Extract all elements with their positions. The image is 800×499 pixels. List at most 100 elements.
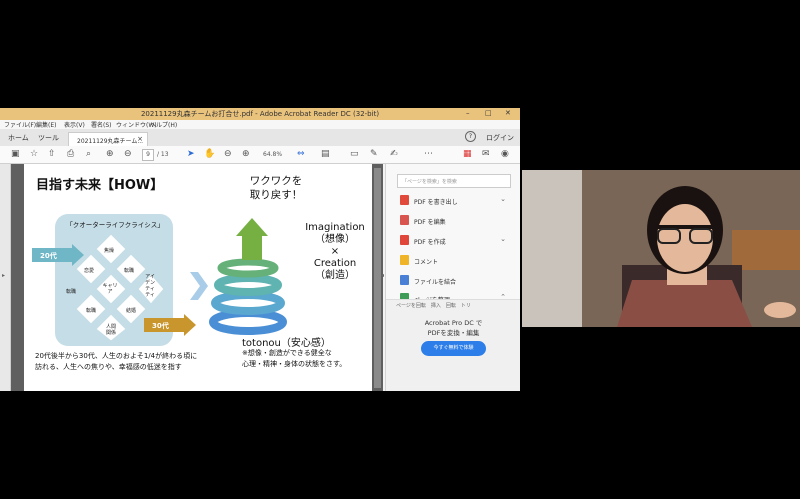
- expand-left-icon[interactable]: ▸: [2, 272, 5, 279]
- tool-create-pdf[interactable]: PDF を作成 ⌄: [400, 234, 510, 248]
- upload-icon[interactable]: ⇧: [48, 149, 56, 159]
- menu-bar: ファイル(F) 編集(E) 表示(V) 署名(S) ウィンドウ(W) ヘルプ(H…: [0, 120, 520, 129]
- tool-edit-pdf[interactable]: PDF を編集: [400, 214, 510, 228]
- free-trial-button[interactable]: 今すぐ無料で体験: [421, 341, 486, 356]
- tool-label: PDF を作成: [414, 239, 446, 246]
- mail-icon[interactable]: ✉: [482, 149, 490, 159]
- slide-title: 目指す未来【HOW】: [36, 178, 164, 193]
- title-bar: 20211129丸森チームお打合せ.pdf - Adobe Acrobat Re…: [0, 108, 520, 120]
- keyword-label: 人間関係: [105, 324, 116, 336]
- comment-icon[interactable]: ▭: [350, 149, 359, 159]
- chevron-down-icon[interactable]: ⌄: [500, 235, 506, 243]
- keyword-label: キャリア: [102, 283, 118, 295]
- scroll-mode-icon[interactable]: ▤: [321, 149, 330, 159]
- tool-label: ファイルを結合: [414, 279, 457, 286]
- imagination-jp-label: （想像）: [315, 234, 355, 245]
- minimize-button[interactable]: –: [466, 109, 470, 117]
- webcam-video: [522, 170, 800, 327]
- quarter-life-crisis-title: 「クオーターライフクライシス」: [66, 221, 164, 229]
- keyword-label: 転職: [66, 289, 77, 295]
- tab-bar: ホーム ツール 20211129丸森チーム... × ? ログイン: [0, 129, 520, 147]
- more-tools-icon[interactable]: ⋯: [424, 149, 433, 159]
- tool-comment[interactable]: コメント: [400, 254, 510, 268]
- tool-combine-files[interactable]: ファイルを結合: [400, 274, 510, 288]
- waku-line: 取り戻す！: [249, 189, 303, 201]
- tool-search-input[interactable]: 「ページを検索」を検索: [397, 174, 511, 188]
- hand-tool-icon[interactable]: ✋: [204, 149, 215, 159]
- zoom-search-icon[interactable]: ⌕: [86, 149, 91, 159]
- tab-home[interactable]: ホーム: [8, 133, 29, 143]
- imagination-label: Imagination: [305, 222, 365, 233]
- keyword-label: 転職: [86, 308, 97, 314]
- maximize-button[interactable]: □: [485, 109, 492, 117]
- arrow-20s-label: 20代: [40, 252, 57, 260]
- keyword-label: 焦燥: [104, 248, 115, 254]
- tab-tools[interactable]: ツール: [38, 133, 59, 143]
- times-symbol: ×: [330, 246, 340, 257]
- tool-export-pdf[interactable]: PDF を書き出し ⌄: [400, 194, 510, 208]
- menu-edit[interactable]: 編集(E): [36, 120, 56, 129]
- quarter-life-caption: 20代後半から30代、人生のおよそ1/4が終わる頃に 訪れる、人生への焦りや、幸…: [35, 351, 197, 373]
- promo-line: Acrobat Pro DC で: [424, 319, 483, 327]
- save-icon[interactable]: ▣: [11, 149, 20, 159]
- waku-heading: ワクワクを 取り戻す！: [240, 174, 312, 202]
- login-link[interactable]: ログイン: [486, 133, 514, 143]
- tool-label: PDF を編集: [414, 219, 446, 226]
- zoom-in-icon[interactable]: ⊕: [242, 149, 250, 159]
- menu-help[interactable]: ヘルプ(H): [150, 120, 177, 129]
- caption-line: 訪れる、人生への焦りや、幸福感の低迷を指す: [35, 363, 182, 371]
- select-cursor-icon[interactable]: ➤: [187, 149, 195, 159]
- tool-label: コメント: [414, 259, 439, 266]
- keyword-label: 結婚: [126, 308, 137, 314]
- create-pdf-icon: [400, 235, 409, 245]
- close-window-button[interactable]: ✕: [505, 109, 511, 117]
- tool-search-placeholder: 「ページを検索」を検索: [402, 179, 457, 185]
- export-pdf-icon: [400, 195, 409, 205]
- caption-line: 20代後半から30代、人生のおよそ1/4が終わる頃に: [35, 352, 198, 360]
- menu-sign[interactable]: 署名(S): [91, 120, 112, 129]
- tools-pane: 「ページを検索」を検索 ◂ PDF を書き出し ⌄ PDF を編集 PDF を作…: [381, 164, 520, 391]
- page-number-input[interactable]: 9: [142, 149, 154, 161]
- help-icon[interactable]: ?: [465, 131, 476, 142]
- collapse-pane-icon[interactable]: ◂: [381, 272, 384, 279]
- page-down-icon[interactable]: ⊖: [124, 149, 132, 159]
- highlight-pen-icon[interactable]: ✎: [370, 149, 378, 159]
- promo-line: PDFを変換・編集: [427, 329, 480, 337]
- flow-chevron-icon: [190, 272, 208, 300]
- zoom-out-icon[interactable]: ⊖: [224, 149, 232, 159]
- tool-label: PDF を書き出し: [414, 199, 458, 206]
- promo-panel: ページを回転 挿入 回転 トリ Acrobat Pro DC で PDFを変換・…: [386, 299, 520, 391]
- navigation-pane-toggle[interactable]: ▸: [0, 164, 11, 391]
- keyword-label: 恋愛: [84, 268, 95, 274]
- menu-file[interactable]: ファイル(F): [4, 120, 36, 129]
- account-icon[interactable]: ◉: [501, 149, 509, 159]
- menu-view[interactable]: 表示(V): [64, 120, 85, 129]
- spiral-graphic: [209, 218, 287, 335]
- fit-page-icon[interactable]: ⇔: [297, 149, 305, 159]
- waku-line: ワクワクを: [249, 175, 303, 187]
- keyword-label: 転職: [124, 268, 135, 274]
- creation-label: Creation: [313, 258, 357, 269]
- bookmark-star-icon[interactable]: ☆: [30, 149, 38, 159]
- document-tab-label: 20211129丸森チーム...: [77, 138, 144, 145]
- close-tab-icon[interactable]: ×: [137, 135, 143, 143]
- edit-pdf-icon: [400, 215, 409, 225]
- participant-video-image: [522, 170, 800, 327]
- pdf-page: 目指す未来【HOW】 「クオーターライフクライシス」 焦燥 転職 恋愛 キャリア…: [24, 164, 372, 391]
- zoom-level[interactable]: 64.8%: [263, 151, 282, 158]
- page-up-icon[interactable]: ⊕: [106, 149, 114, 159]
- chevron-down-icon[interactable]: ⌄: [500, 195, 506, 203]
- acrobat-window: 20211129丸森チームお打合せ.pdf - Adobe Acrobat Re…: [0, 108, 520, 391]
- vertical-scrollbar[interactable]: [374, 168, 381, 388]
- note-line: ※想像・創造ができる健全な: [242, 349, 332, 357]
- combine-files-icon: [400, 275, 409, 285]
- tab-document[interactable]: 20211129丸森チーム... ×: [68, 132, 148, 147]
- sign-icon[interactable]: ✍: [390, 149, 398, 159]
- print-icon[interactable]: ⎙: [67, 149, 74, 159]
- toolbar: ▣ ☆ ⇧ ⎙ ⌕ ⊕ ⊖ 9 / 13 ➤ ✋ ⊖ ⊕ 64.8% ⇔ ▤ ▭…: [0, 146, 520, 164]
- pdf-icon[interactable]: ▦: [463, 149, 472, 159]
- arrow-30s-label: 30代: [152, 322, 169, 330]
- window-title: 20211129丸森チームお打合せ.pdf - Adobe Acrobat Re…: [140, 110, 380, 118]
- creation-jp-label: （創造）: [315, 270, 355, 281]
- keyword-label: アイデンティティ: [144, 274, 155, 298]
